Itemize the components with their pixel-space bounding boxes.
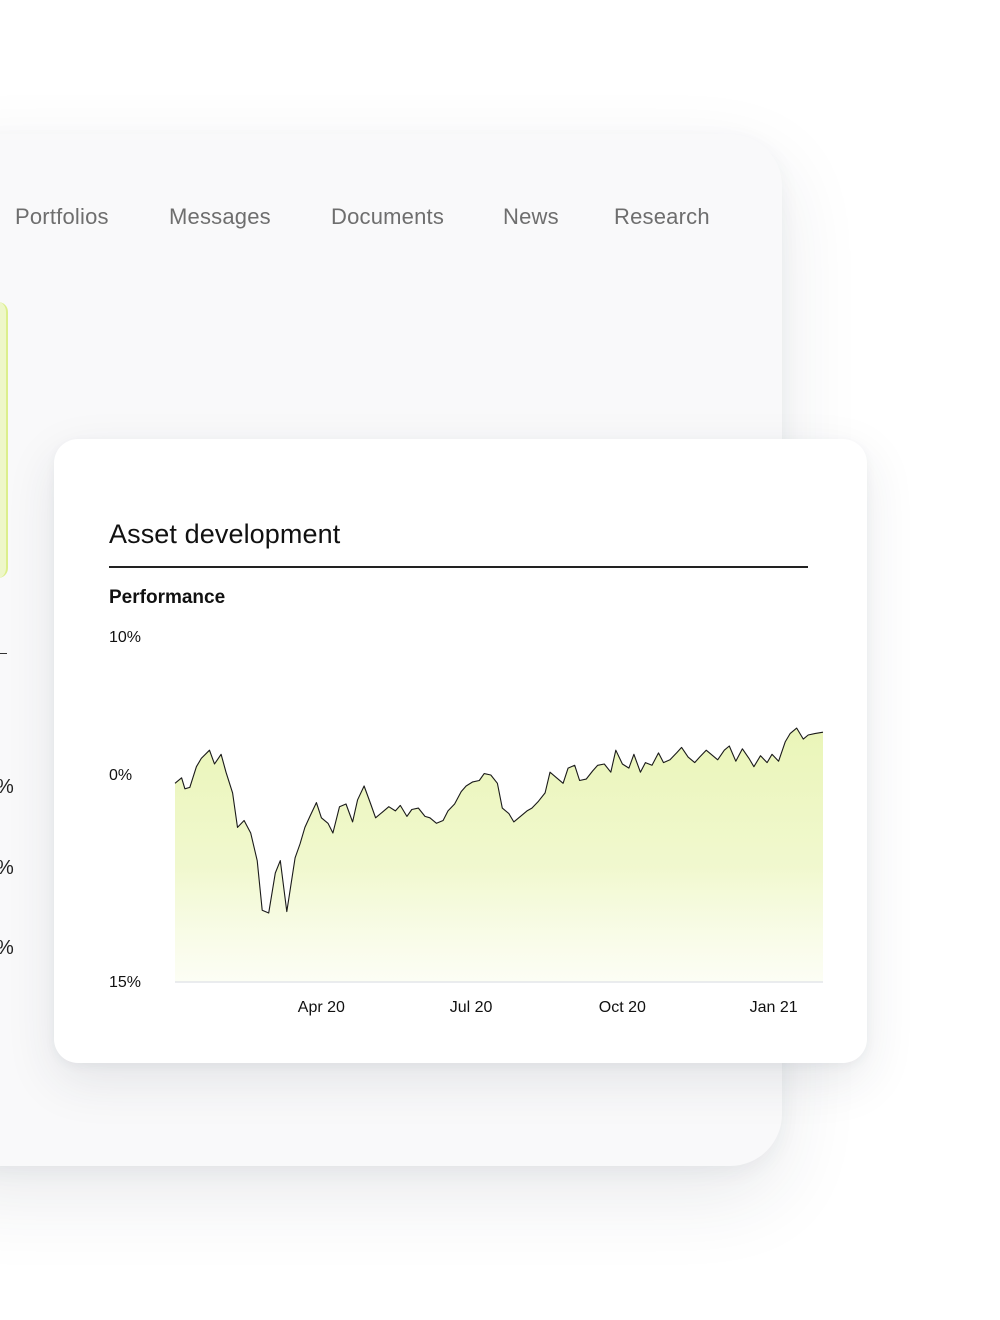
- x-axis-ticks: Apr 20 Jul 20 Oct 20 Jan 21: [298, 999, 798, 1016]
- value-fragment: %: [0, 857, 14, 880]
- value-fragment: %: [0, 776, 14, 799]
- x-tick-label: Jan 21: [750, 999, 798, 1016]
- performance-area: [175, 728, 823, 982]
- performance-chart[interactable]: 10% 0% 15% Apr 20 Jul 20 Oct 20 Jan 21: [54, 439, 867, 1063]
- nav-item-portfolios[interactable]: Portfolios: [15, 204, 109, 230]
- x-tick-label: Jul 20: [450, 999, 493, 1016]
- value-fragment: %: [0, 937, 14, 960]
- x-tick-label: Oct 20: [599, 999, 646, 1016]
- nav-item-messages[interactable]: Messages: [169, 204, 271, 230]
- asset-development-card: Asset development Performance 10% 0% 15% A…: [54, 439, 867, 1063]
- screen: Portfolios Messages Documents News Resea…: [0, 0, 1000, 1320]
- y-axis-ticks: 10% 0% 15%: [109, 629, 141, 991]
- nav-item-documents[interactable]: Documents: [331, 204, 444, 230]
- divider: [0, 653, 7, 654]
- nav-item-news[interactable]: News: [503, 204, 559, 230]
- y-tick-label: 10%: [109, 629, 141, 646]
- y-tick-label: 0%: [109, 767, 132, 784]
- x-tick-label: Apr 20: [298, 999, 345, 1016]
- y-tick-label: 15%: [109, 974, 141, 991]
- nav-item-research[interactable]: Research: [614, 204, 710, 230]
- highlight-card-edge[interactable]: [0, 302, 8, 578]
